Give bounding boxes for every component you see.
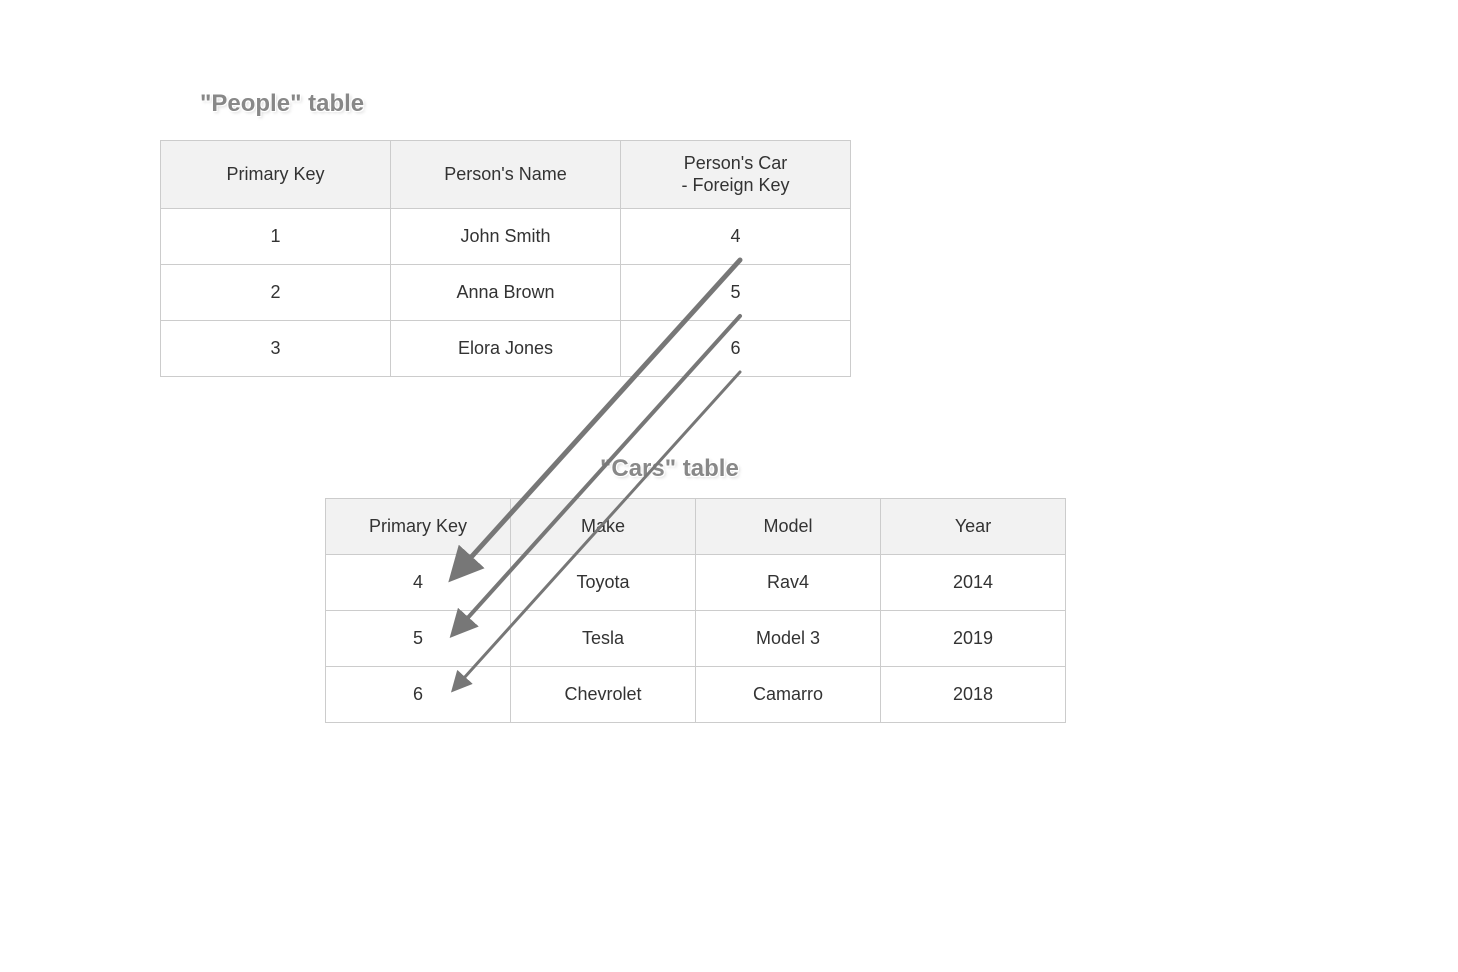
cars-cell-model: Rav4	[696, 555, 881, 611]
cars-cell-pk: 6	[326, 667, 511, 723]
cars-cell-year: 2019	[881, 611, 1066, 667]
table-row: 5 Tesla Model 3 2019	[326, 611, 1066, 667]
table-row: 3 Elora Jones 6	[161, 321, 851, 377]
cars-cell-year: 2018	[881, 667, 1066, 723]
people-header-fk: Person's Car- Foreign Key	[621, 141, 851, 209]
people-header-pk: Primary Key	[161, 141, 391, 209]
cars-cell-pk: 4	[326, 555, 511, 611]
cars-cell-model: Model 3	[696, 611, 881, 667]
table-row: 6 Chevrolet Camarro 2018	[326, 667, 1066, 723]
people-cell-pk: 2	[161, 265, 391, 321]
cars-header-year: Year	[881, 499, 1066, 555]
people-cell-name: John Smith	[391, 209, 621, 265]
people-cell-fk: 6	[621, 321, 851, 377]
cars-cell-year: 2014	[881, 555, 1066, 611]
cars-table-title: "Cars" table	[600, 455, 739, 483]
people-table-title: "People" table	[200, 90, 364, 118]
cars-cell-make: Toyota	[511, 555, 696, 611]
people-table: Primary Key Person's Name Person's Car- …	[160, 140, 851, 377]
people-cell-fk: 5	[621, 265, 851, 321]
people-cell-fk: 4	[621, 209, 851, 265]
people-header-name: Person's Name	[391, 141, 621, 209]
cars-cell-make: Chevrolet	[511, 667, 696, 723]
cars-header-make: Make	[511, 499, 696, 555]
cars-header-model: Model	[696, 499, 881, 555]
cars-cell-pk: 5	[326, 611, 511, 667]
people-cell-name: Anna Brown	[391, 265, 621, 321]
cars-header-pk: Primary Key	[326, 499, 511, 555]
table-row: 4 Toyota Rav4 2014	[326, 555, 1066, 611]
people-cell-pk: 1	[161, 209, 391, 265]
cars-cell-make: Tesla	[511, 611, 696, 667]
table-row: 2 Anna Brown 5	[161, 265, 851, 321]
cars-table: Primary Key Make Model Year 4 Toyota Rav…	[325, 498, 1066, 723]
table-row: 1 John Smith 4	[161, 209, 851, 265]
cars-cell-model: Camarro	[696, 667, 881, 723]
people-cell-name: Elora Jones	[391, 321, 621, 377]
people-cell-pk: 3	[161, 321, 391, 377]
